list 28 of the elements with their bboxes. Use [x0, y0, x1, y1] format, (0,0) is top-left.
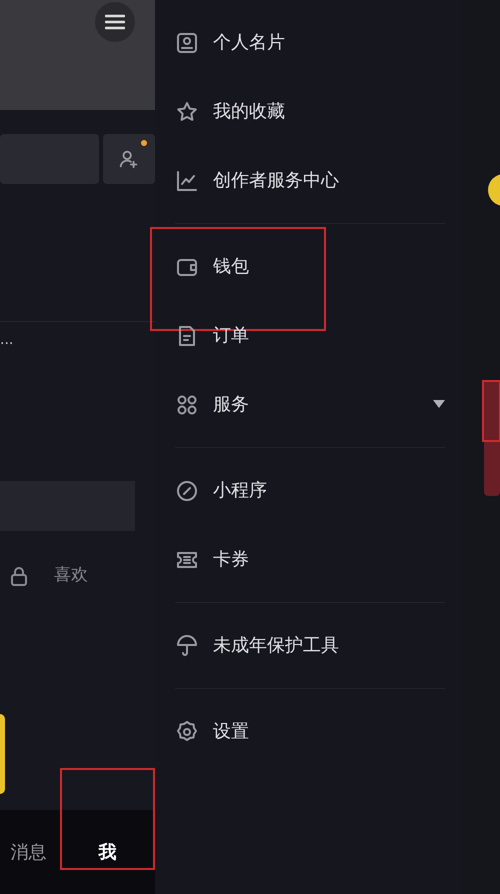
umbrella-icon — [175, 634, 199, 658]
notification-dot — [141, 140, 147, 146]
menu-item[interactable]: 设置 — [175, 697, 445, 766]
menu-item[interactable]: 我的收藏 — [175, 77, 445, 146]
chart-icon — [175, 168, 199, 192]
menu-item[interactable]: 未成年保护工具 — [175, 611, 445, 680]
lock-icon — [10, 566, 28, 586]
menu-item[interactable]: 小程序 — [175, 456, 445, 525]
nav-tab[interactable]: 我 — [98, 838, 116, 866]
grid-icon — [175, 392, 199, 416]
menu-item[interactable]: 订单 — [175, 301, 445, 370]
menu-button[interactable] — [95, 2, 135, 42]
settings-icon — [175, 720, 199, 744]
add-friend-icon — [118, 148, 140, 170]
menu-item[interactable]: 个人名片 — [175, 8, 445, 77]
menu-item[interactable]: 钱包 — [175, 232, 445, 301]
id-card-icon — [175, 30, 199, 54]
action-button[interactable] — [0, 714, 5, 794]
star-icon — [175, 100, 199, 124]
menu-item[interactable]: 创作者服务中心 — [175, 146, 445, 215]
description-text: ... — [0, 331, 14, 350]
menu-item[interactable]: 卡券 — [175, 525, 445, 594]
menu-item[interactable]: 服务 — [175, 370, 445, 439]
nav-tab[interactable]: 消息 — [10, 838, 46, 866]
tab[interactable]: 喜欢 — [54, 563, 88, 588]
menu-icon — [105, 14, 125, 30]
add-friend-button[interactable] — [103, 134, 155, 184]
link-icon — [175, 478, 199, 502]
